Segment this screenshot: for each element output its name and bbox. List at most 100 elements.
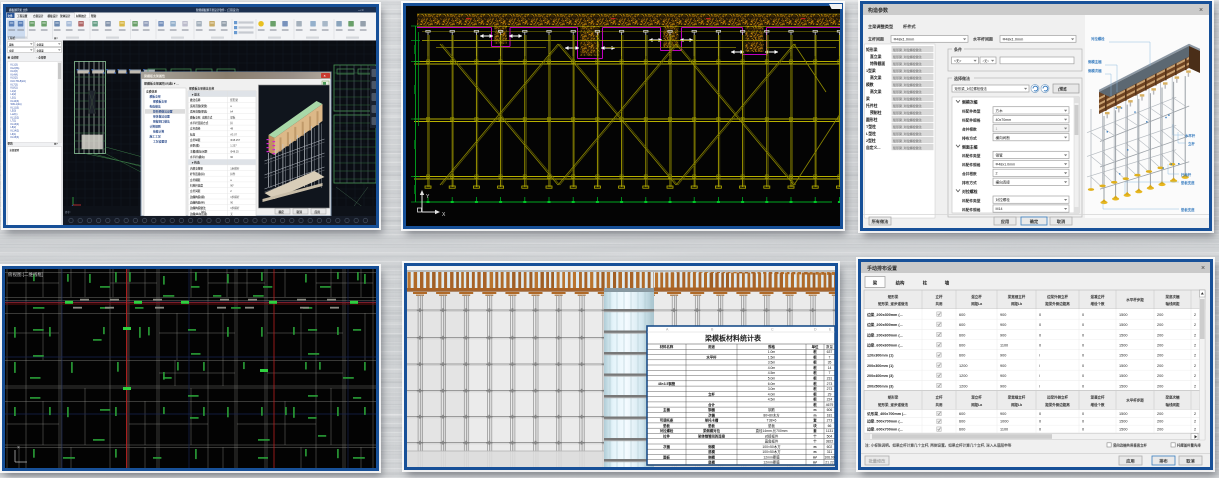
- svg-text:轴线间距: 轴线间距: [1166, 301, 1181, 306]
- svg-text:梁底次楣: 梁底次楣: [1165, 294, 1181, 299]
- svg-text:1100: 1100: [1000, 428, 1008, 432]
- svg-text:矩形梁_对拉螺栓做法: 矩形梁_对拉螺栓做法: [955, 86, 988, 91]
- svg-text:轴线间距: 轴线间距: [1166, 402, 1181, 407]
- svg-text:200: 200: [1157, 412, 1163, 416]
- svg-text:▣×: ▣×: [54, 142, 58, 146]
- svg-text:特殊截面: 特殊截面: [870, 61, 885, 66]
- svg-text:构造做法: 构造做法: [150, 105, 161, 109]
- svg-text:主楣(横向)间距: 主楣(横向)间距: [190, 149, 208, 153]
- svg-text:35: 35: [828, 361, 832, 365]
- svg-text:主楣: 主楣: [663, 407, 670, 412]
- svg-text:数量: 数量: [826, 344, 833, 349]
- svg-text:矩形梁做法设置: 矩形梁做法设置: [152, 110, 173, 114]
- svg-text:枓配件类型: 枓配件类型: [962, 198, 981, 203]
- svg-text:工程栏: 工程栏: [8, 36, 16, 40]
- svg-text:合并根数: 合并根数: [961, 171, 977, 176]
- svg-text:1500: 1500: [1119, 323, 1127, 327]
- svg-text:水平杆间距: 水平杆间距: [972, 36, 993, 42]
- svg-text:杆件式: 杆件式: [903, 23, 916, 30]
- svg-text:311: 311: [827, 450, 833, 454]
- svg-text:立杆: 立杆: [936, 395, 944, 400]
- svg-text:内部支撑架: 内部支撑架: [190, 166, 203, 170]
- svg-text:立杆: 立杆: [1188, 141, 1195, 146]
- svg-text:600: 600: [959, 333, 965, 337]
- svg-text:1100: 1100: [1000, 344, 1008, 348]
- svg-text:900: 900: [1000, 323, 1006, 327]
- svg-text:矩形梁_对拉螺栓做法: 矩形梁_对拉螺栓做法: [892, 82, 922, 87]
- svg-text:181: 181: [827, 413, 833, 417]
- svg-text:间距La: 间距La: [971, 301, 982, 306]
- svg-text:水平杆步距: 水平杆步距: [1125, 297, 1144, 302]
- svg-text:命令:: 命令:: [64, 210, 71, 214]
- svg-text:枓配件类型: 枓配件类型: [962, 153, 981, 158]
- svg-text:600: 600: [959, 344, 965, 348]
- svg-text:直角抠件: 直角抠件: [765, 439, 779, 444]
- svg-text:个: 个: [812, 433, 817, 438]
- svg-text:0: 0: [1082, 333, 1084, 337]
- svg-text:梁侧模对拉: 梁侧模对拉: [702, 428, 721, 433]
- svg-text:0: 0: [1082, 323, 1084, 327]
- svg-text:<无>: <无>: [954, 59, 961, 63]
- svg-text:(预览: (预览: [1058, 86, 1067, 91]
- svg-text:个: 个: [812, 439, 817, 444]
- svg-text:273: 273: [827, 387, 833, 391]
- svg-text:6.0m: 6.0m: [768, 382, 776, 386]
- svg-text:m: m: [813, 408, 816, 412]
- svg-text:侧模主楣: 侧模主楣: [1087, 59, 1102, 64]
- svg-text:垫板: 垫板: [663, 423, 670, 428]
- svg-text:矩形梁_对拉螺栓做法: 矩形梁_对拉螺栓做法: [892, 68, 922, 73]
- svg-text:批量修改: 批量修改: [869, 457, 887, 464]
- svg-text:边梁_200x500mm (...: 边梁_200x500mm (...: [866, 322, 903, 327]
- svg-text:600: 600: [959, 420, 965, 424]
- svg-text:水平杆: 水平杆: [1184, 133, 1196, 138]
- svg-text:Φ48x1.0mm: Φ48x1.0mm: [894, 37, 915, 41]
- svg-text:工况设置项: 工况设置项: [153, 140, 167, 144]
- svg-text:适用范围(梁高): 适用范围(梁高): [190, 110, 207, 114]
- svg-text:矩形梁_对拉螺栓做法: 矩形梁_对拉螺栓做法: [892, 110, 922, 115]
- svg-text:对拉螺栓: 对拉螺栓: [962, 189, 978, 194]
- svg-text:231: 231: [827, 377, 833, 381]
- svg-text:1500: 1500: [1119, 384, 1127, 388]
- svg-text:模板支架. 支模方式: 模板支架. 支模方式: [190, 115, 213, 119]
- svg-text:200: 200: [1157, 420, 1163, 424]
- svg-text:梁: 梁: [865, 96, 870, 101]
- svg-text:垫板: 垫板: [768, 423, 775, 428]
- svg-text:12mm覆膜: 12mm覆膜: [763, 454, 780, 459]
- svg-text:取消: 取消: [1057, 218, 1066, 225]
- svg-text:矩形梁: 矩形梁: [887, 294, 899, 299]
- svg-text:矩形梁_对拉螺栓做法: 矩形梁_对拉螺栓做法: [892, 103, 922, 108]
- svg-text:钢楣: 钢楣: [708, 407, 715, 412]
- svg-text:矩形梁_对拉螺栓做法: 矩形梁_对拉螺栓做法: [892, 61, 922, 66]
- svg-text:边梁_200x300mm (...: 边梁_200x300mm (...: [866, 312, 903, 317]
- svg-text:900: 900: [1000, 374, 1006, 378]
- svg-text:矩形梁_对拉螺栓做法: 矩形梁_对拉螺栓做法: [892, 75, 922, 80]
- svg-text:立杆直径: 立杆直径: [190, 127, 201, 131]
- svg-text:水平杆连接方式: 水平杆连接方式: [190, 121, 209, 125]
- svg-text:面板: 面板: [663, 454, 670, 459]
- svg-text:5.0m: 5.0m: [768, 377, 776, 381]
- svg-text:矩形梁_对拉螺栓做法: 矩形梁_对拉螺栓做法: [892, 54, 922, 59]
- svg-text:立杆间距: 立杆间距: [190, 189, 201, 193]
- svg-text:矩形梁_对拉螺栓做法: 矩形梁_对拉螺栓做法: [892, 124, 922, 129]
- svg-text:枓配件规格: 枓配件规格: [962, 207, 981, 212]
- svg-text:单托卡槽: 单托卡槽: [705, 418, 719, 423]
- svg-text:立杆纵距: 立杆纵距: [190, 138, 201, 142]
- svg-text:2: 2: [1194, 313, 1196, 317]
- svg-text:1步横杆: 1步横杆: [230, 166, 240, 170]
- svg-text:直径14mm,长700mm: 直径14mm,长700mm: [756, 428, 788, 433]
- svg-text:200: 200: [1157, 364, 1163, 368]
- svg-text:预制柱: 预制柱: [870, 110, 882, 115]
- svg-text:○ 全部梁: ○ 全部梁: [36, 56, 46, 60]
- svg-text:架体设计: 架体设计: [59, 14, 71, 18]
- svg-text:80×80木方: 80×80木方: [763, 412, 780, 417]
- svg-text:×: ×: [1201, 265, 1205, 272]
- svg-text:距梁外侧边距离: 距梁外侧边距离: [1045, 402, 1070, 407]
- svg-text:梁跨: 梁跨: [7, 142, 14, 146]
- svg-text:2: 2: [996, 172, 998, 176]
- svg-text:拉件: 拉件: [663, 433, 670, 438]
- svg-text:m: m: [813, 445, 816, 449]
- svg-text:矩形梁_对拉螺栓做法: 矩形梁_对拉螺栓做法: [892, 117, 922, 122]
- svg-text:1500: 1500: [1119, 333, 1127, 337]
- svg-text:距梁外侧边距离: 距梁外侧边距离: [1045, 301, 1070, 306]
- svg-text:矩形梁_对拉螺栓做法: 矩形梁_对拉螺栓做法: [892, 131, 922, 136]
